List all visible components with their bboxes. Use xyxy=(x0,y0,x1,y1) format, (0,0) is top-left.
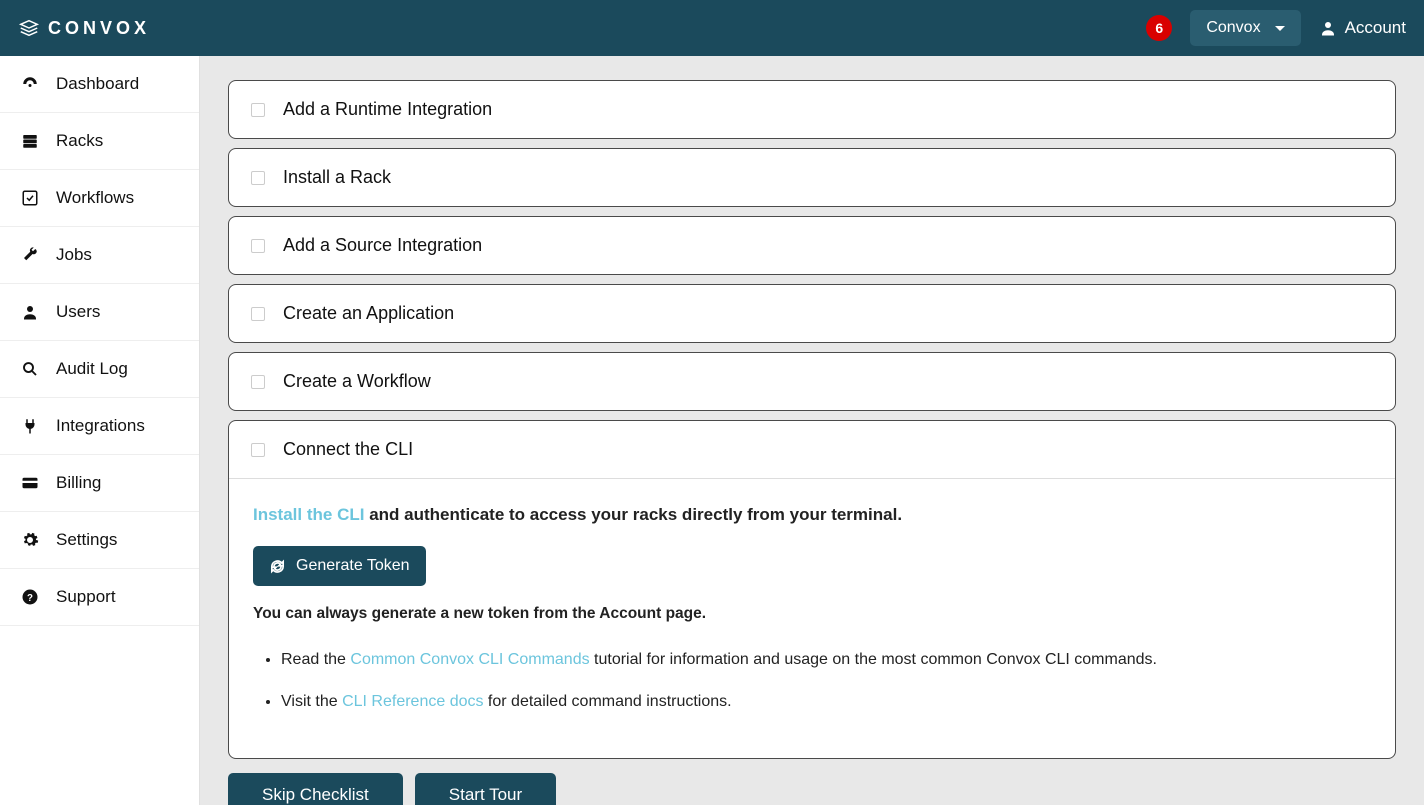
start-tour-button[interactable]: Start Tour xyxy=(415,773,556,805)
sidebar-item-label: Support xyxy=(56,587,116,607)
card-header[interactable]: Create an Application xyxy=(229,285,1395,342)
sidebar-item-label: Billing xyxy=(56,473,101,493)
install-cli-link[interactable]: Install the CLI xyxy=(253,505,364,524)
refresh-icon xyxy=(269,558,286,575)
sidebar-item-workflows[interactable]: Workflows xyxy=(0,170,199,227)
card-title: Add a Source Integration xyxy=(283,235,482,256)
cli-intro: Install the CLI and authenticate to acce… xyxy=(253,501,1371,528)
sidebar-item-label: Audit Log xyxy=(56,359,128,379)
card-title: Create an Application xyxy=(283,303,454,324)
skip-checklist-button[interactable]: Skip Checklist xyxy=(228,773,403,805)
account-label: Account xyxy=(1345,18,1406,38)
sidebar-item-integrations[interactable]: Integrations xyxy=(0,398,199,455)
checkbox-icon xyxy=(251,103,265,117)
topbar-right: 6 Convox Account xyxy=(1146,10,1406,46)
checklist-item-source-integration[interactable]: Add a Source Integration xyxy=(228,216,1396,275)
common-cli-commands-link[interactable]: Common Convox CLI Commands xyxy=(350,651,589,668)
cli-list-item-read: Read the Common Convox CLI Commands tuto… xyxy=(281,647,1371,673)
sidebar-item-jobs[interactable]: Jobs xyxy=(0,227,199,284)
org-dropdown-label: Convox xyxy=(1206,19,1260,37)
sidebar-item-support[interactable]: ? Support xyxy=(0,569,199,626)
topbar: CONVOX 6 Convox Account xyxy=(0,0,1424,56)
text: Visit the xyxy=(281,693,342,710)
sidebar-item-dashboard[interactable]: Dashboard xyxy=(0,56,199,113)
user-icon xyxy=(1319,19,1337,37)
checklist-item-install-rack[interactable]: Install a Rack xyxy=(228,148,1396,207)
checkbox-icon xyxy=(251,307,265,321)
sidebar-item-users[interactable]: Users xyxy=(0,284,199,341)
text: for detailed command instructions. xyxy=(483,693,731,710)
card-title: Add a Runtime Integration xyxy=(283,99,492,120)
generate-token-label: Generate Token xyxy=(296,557,410,575)
card-title: Connect the CLI xyxy=(283,439,413,460)
sidebar-item-settings[interactable]: Settings xyxy=(0,512,199,569)
logo-icon xyxy=(18,17,40,39)
sidebar-item-label: Integrations xyxy=(56,416,145,436)
checkbox-icon xyxy=(251,239,265,253)
card-header[interactable]: Connect the CLI xyxy=(229,421,1395,478)
sidebar-item-label: Racks xyxy=(56,131,103,151)
account-link[interactable]: Account xyxy=(1319,18,1406,38)
search-icon xyxy=(20,360,40,378)
sidebar-item-label: Workflows xyxy=(56,188,134,208)
card-header[interactable]: Create a Workflow xyxy=(229,353,1395,410)
card-header[interactable]: Add a Runtime Integration xyxy=(229,81,1395,138)
topbar-left: CONVOX xyxy=(18,17,150,39)
org-dropdown[interactable]: Convox xyxy=(1190,10,1300,46)
card-header[interactable]: Install a Rack xyxy=(229,149,1395,206)
checklist-item-create-workflow[interactable]: Create a Workflow xyxy=(228,352,1396,411)
sidebar-item-racks[interactable]: Racks xyxy=(0,113,199,170)
svg-text:?: ? xyxy=(27,593,33,604)
card-title: Install a Rack xyxy=(283,167,391,188)
checklist-item-runtime-integration[interactable]: Add a Runtime Integration xyxy=(228,80,1396,139)
sidebar: Dashboard Racks Workflows Jobs Users Aud… xyxy=(0,56,200,805)
generate-token-button[interactable]: Generate Token xyxy=(253,546,426,586)
brand-text: CONVOX xyxy=(48,18,150,39)
checkbox-icon xyxy=(251,171,265,185)
cli-intro-rest: and authenticate to access your racks di… xyxy=(364,505,902,524)
notification-badge[interactable]: 6 xyxy=(1146,15,1172,41)
footer-buttons: Skip Checklist Start Tour xyxy=(228,773,1396,805)
question-icon: ? xyxy=(20,588,40,606)
sidebar-item-label: Users xyxy=(56,302,100,322)
user-icon xyxy=(20,303,40,321)
checklist-item-create-application[interactable]: Create an Application xyxy=(228,284,1396,343)
credit-card-icon xyxy=(20,474,40,492)
card-body: Install the CLI and authenticate to acce… xyxy=(229,478,1395,758)
server-icon xyxy=(20,132,40,150)
checklist-item-connect-cli[interactable]: Connect the CLI Install the CLI and auth… xyxy=(228,420,1396,759)
checkbox-icon xyxy=(251,443,265,457)
sidebar-item-label: Dashboard xyxy=(56,74,139,94)
cli-note: You can always generate a new token from… xyxy=(253,602,1371,627)
dashboard-icon xyxy=(20,75,40,93)
sidebar-item-label: Settings xyxy=(56,530,117,550)
gear-icon xyxy=(20,531,40,549)
main-content: Add a Runtime Integration Install a Rack… xyxy=(200,56,1424,805)
checkbox-icon xyxy=(251,375,265,389)
caret-down-icon xyxy=(1275,26,1285,31)
card-title: Create a Workflow xyxy=(283,371,431,392)
cli-list-item-visit: Visit the CLI Reference docs for detaile… xyxy=(281,689,1371,715)
brand-logo[interactable]: CONVOX xyxy=(18,17,150,39)
sidebar-item-label: Jobs xyxy=(56,245,92,265)
checkbox-icon xyxy=(20,189,40,207)
cli-reference-docs-link[interactable]: CLI Reference docs xyxy=(342,693,483,710)
text: Read the xyxy=(281,651,350,668)
text: tutorial for information and usage on th… xyxy=(590,651,1157,668)
sidebar-item-audit-log[interactable]: Audit Log xyxy=(0,341,199,398)
sidebar-item-billing[interactable]: Billing xyxy=(0,455,199,512)
wrench-icon xyxy=(20,246,40,264)
card-header[interactable]: Add a Source Integration xyxy=(229,217,1395,274)
plug-icon xyxy=(20,417,40,435)
